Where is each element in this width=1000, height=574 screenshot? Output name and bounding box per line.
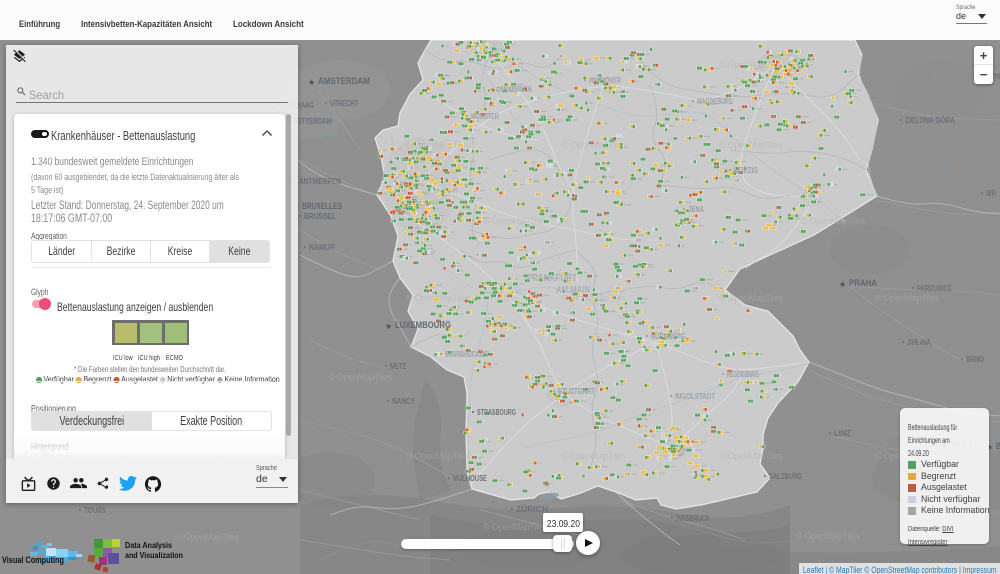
svg-text:© OpenMapTiles: © OpenMapTiles bbox=[562, 451, 627, 461]
svg-text:Data Analysis: Data Analysis bbox=[125, 540, 172, 550]
svg-text:NAMUR: NAMUR bbox=[309, 243, 335, 252]
svg-text:UTRECHT: UTRECHT bbox=[330, 99, 358, 108]
svg-text:© OpenMapTiles: © OpenMapTiles bbox=[406, 451, 471, 461]
svg-text:© OpenMapTiles: © OpenMapTiles bbox=[875, 293, 940, 303]
svg-text:MULHOUSE: MULHOUSE bbox=[453, 474, 487, 483]
svg-text:ZIELONA GÓRA: ZIELONA GÓRA bbox=[905, 116, 955, 125]
svg-text:© OpenMapTiles: © OpenMapTiles bbox=[483, 522, 548, 532]
svg-text:PARDUBICE: PARDUBICE bbox=[917, 284, 952, 293]
svg-text:★: ★ bbox=[385, 322, 392, 331]
svg-text:AMSTERDAM: AMSTERDAM bbox=[318, 76, 370, 87]
svg-text:B: B bbox=[996, 441, 1000, 452]
svg-text:© OpenMapTiles: © OpenMapTiles bbox=[801, 216, 866, 226]
svg-text:AM MAIN: AM MAIN bbox=[556, 284, 590, 296]
svg-text:WR: WR bbox=[986, 189, 996, 198]
svg-text:© OpenMapTiles: © OpenMapTiles bbox=[328, 372, 393, 382]
svg-text:BRUSSEL: BRUSSEL bbox=[304, 211, 336, 221]
svg-text:OSNABRÜCK: OSNABRÜCK bbox=[496, 85, 532, 94]
svg-text:★: ★ bbox=[308, 78, 315, 87]
svg-text:REGENSBURG: REGENSBURG bbox=[727, 370, 759, 379]
svg-text:HANNOVER: HANNOVER bbox=[589, 76, 621, 85]
svg-text:INNSBRUCK: INNSBRUCK bbox=[676, 514, 710, 523]
svg-text:FRANKFURT: FRANKFURT bbox=[527, 272, 577, 284]
svg-text:ANTWERPEN: ANTWERPEN bbox=[299, 177, 341, 186]
svg-text:STRASBOURG: STRASBOURG bbox=[477, 408, 516, 417]
svg-text:ROTTERDAM: ROTTERDAM bbox=[292, 117, 332, 126]
svg-text:LUXEMBOURG: LUXEMBOURG bbox=[395, 320, 451, 331]
svg-text:TOURS: TOURS bbox=[84, 506, 107, 515]
svg-text:SAARBRÜCKEN: SAARBRÜCKEN bbox=[445, 350, 487, 359]
svg-text:NÜRNBERG: NÜRNBERG bbox=[651, 332, 685, 341]
svg-text:JENA: JENA bbox=[688, 205, 704, 214]
svg-text:METZ: METZ bbox=[390, 362, 406, 371]
svg-text:© OpenMapTiles: © OpenMapTiles bbox=[796, 531, 861, 541]
svg-text:NANCY: NANCY bbox=[392, 397, 416, 406]
svg-text:PRAHA: PRAHA bbox=[849, 278, 877, 289]
svg-text:SALZBURG: SALZBURG bbox=[769, 472, 802, 481]
svg-text:© OpenMapTiles: © OpenMapTiles bbox=[562, 140, 627, 150]
svg-text:and Visualization: and Visualization bbox=[125, 550, 183, 560]
svg-text:JIHLAVA: JIHLAVA bbox=[907, 338, 931, 347]
svg-text:STUTTGART: STUTTGART bbox=[558, 387, 595, 396]
svg-text:INGOLSTADT: INGOLSTADT bbox=[675, 392, 715, 401]
svg-text:MAGDEBURG: MAGDEBURG bbox=[697, 97, 733, 106]
svg-text:BRNO: BRNO bbox=[966, 355, 984, 364]
svg-text:LINZ: LINZ bbox=[834, 429, 851, 438]
svg-text:★: ★ bbox=[839, 280, 846, 289]
svg-text:MÜNSTER: MÜNSTER bbox=[471, 112, 499, 121]
svg-text:Visual Computing: Visual Computing bbox=[2, 555, 64, 566]
svg-text:© OpenMapTiles: © OpenMapTiles bbox=[719, 451, 784, 461]
svg-text:© OpenMapTiles: © OpenMapTiles bbox=[483, 216, 548, 226]
svg-text:LEIPZIG: LEIPZIG bbox=[734, 166, 758, 175]
